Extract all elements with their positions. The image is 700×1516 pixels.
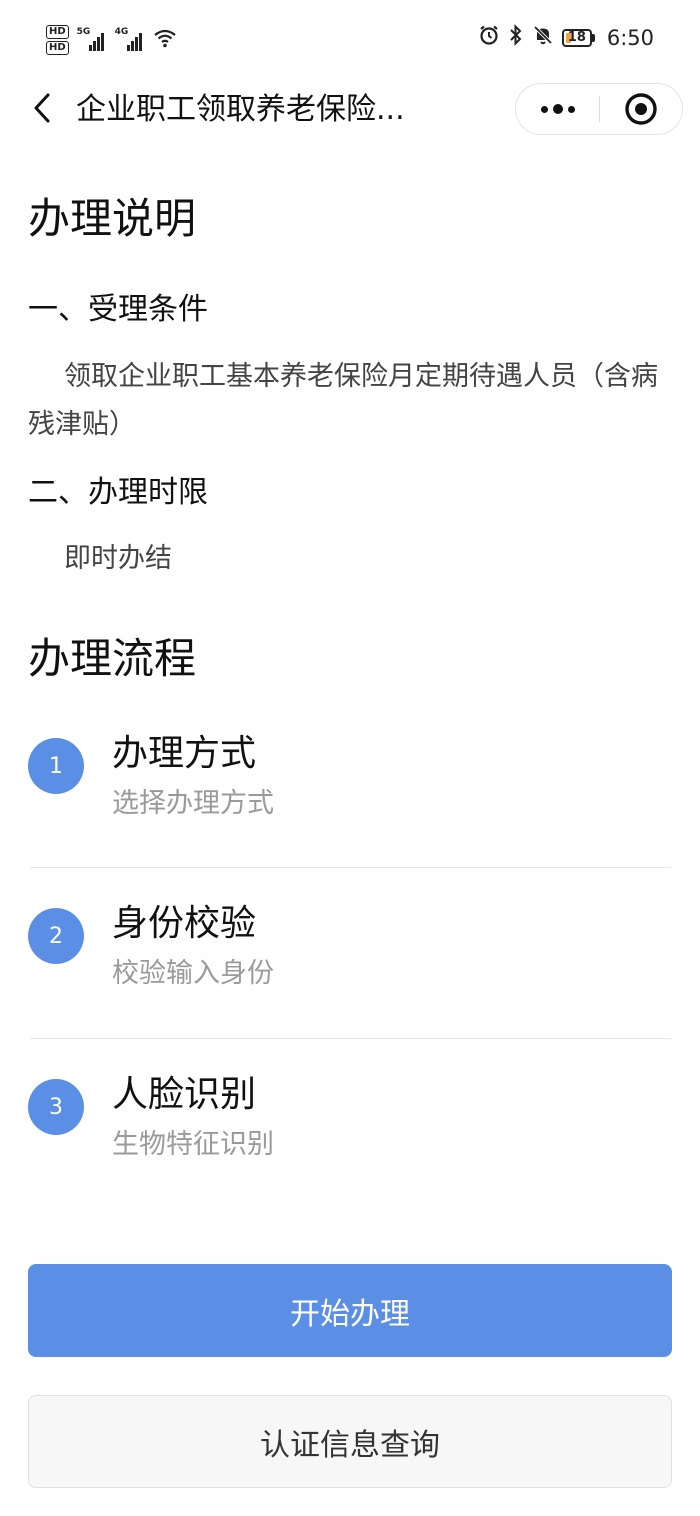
step-divider	[30, 1038, 671, 1039]
mute-bell-icon	[532, 24, 554, 51]
hd-badge-1: HD	[46, 25, 69, 39]
status-right: 18 6:50	[478, 24, 654, 51]
step-item: 2 身份校验 校验输入身份	[0, 900, 700, 1050]
close-button[interactable]	[600, 84, 682, 134]
process-heading: 办理流程	[28, 634, 197, 683]
instructions-heading: 办理说明	[28, 194, 197, 243]
status-left: HD HD 5G 4G	[46, 20, 177, 60]
status-bar: HD HD 5G 4G 18 6:50	[0, 0, 700, 80]
step-item: 1 办理方式 选择办理方式	[0, 730, 700, 880]
alarm-icon	[478, 24, 500, 51]
step-number-badge: 2	[28, 908, 84, 964]
mini-program-capsule	[515, 83, 683, 135]
step-subtitle: 生物特征识别	[112, 1129, 274, 1160]
section1-body: 领取企业职工基本养老保险月定期待遇人员（含病残津贴）	[28, 361, 658, 440]
query-info-button[interactable]: 认证信息查询	[28, 1395, 672, 1488]
back-chevron-icon	[34, 93, 50, 123]
step-title: 人脸识别	[112, 1074, 257, 1115]
step-title: 身份校验	[112, 903, 257, 944]
wifi-icon	[153, 28, 177, 53]
battery-level: 18	[567, 30, 586, 45]
step-subtitle: 校验输入身份	[112, 958, 274, 989]
step-number-badge: 1	[28, 738, 84, 794]
step-title: 办理方式	[112, 733, 257, 774]
section2-body: 即时办结	[64, 543, 172, 574]
step-divider	[30, 867, 671, 868]
signal-4g-icon: 4G	[115, 27, 145, 51]
back-button[interactable]	[24, 86, 60, 130]
nav-bar: 企业职工领取养老保险...	[0, 80, 700, 138]
hd-indicators: HD HD	[46, 25, 69, 55]
more-button[interactable]	[516, 84, 599, 134]
signal-5g-icon: 5G	[77, 27, 107, 51]
more-dots-icon	[540, 104, 575, 114]
section1-title: 一、受理条件	[28, 292, 208, 327]
page-title: 企业职工领取养老保险...	[76, 92, 405, 127]
step-number-badge: 3	[28, 1079, 84, 1135]
battery-icon: 18	[561, 28, 595, 47]
bluetooth-icon	[508, 24, 524, 51]
start-button[interactable]: 开始办理	[28, 1264, 672, 1357]
section2-title: 二、办理时限	[28, 475, 208, 510]
hd-badge-2: HD	[46, 41, 69, 55]
step-item: 3 人脸识别 生物特征识别	[0, 1071, 700, 1221]
close-target-icon	[625, 93, 657, 125]
step-subtitle: 选择办理方式	[112, 788, 274, 819]
clock: 6:50	[606, 25, 654, 50]
